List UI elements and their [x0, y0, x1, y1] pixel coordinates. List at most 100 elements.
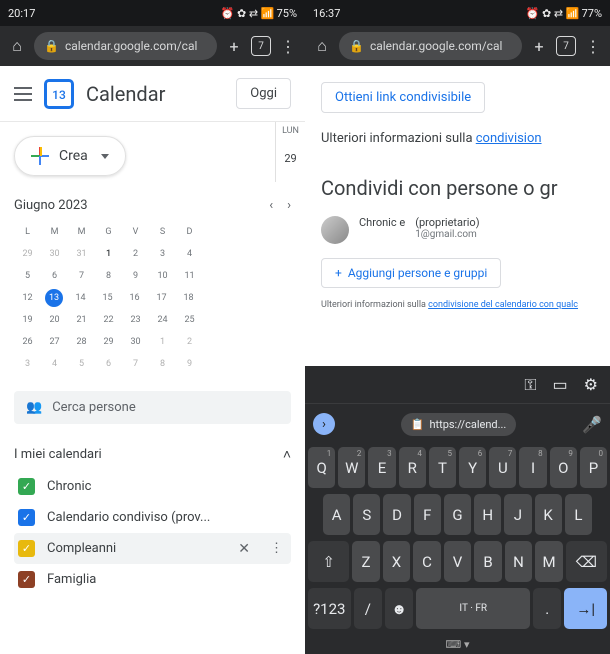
calendar-day[interactable]: 17 [148, 287, 175, 309]
prev-month-icon[interactable]: ‹ [269, 198, 273, 213]
search-people-input[interactable]: 👥 Cerca persone [14, 391, 291, 424]
calendar-row[interactable]: ✓Calendario condiviso (prov... [14, 502, 291, 533]
calendar-day[interactable]: 12 [14, 287, 41, 309]
checkbox[interactable]: ✓ [18, 540, 35, 557]
key-K[interactable]: K [535, 494, 562, 535]
numeric-key[interactable]: ?123 [308, 588, 351, 629]
mini-calendar[interactable]: LMMGVSD 29303112345678910111213141516171… [14, 221, 291, 375]
calendar-day[interactable]: 18 [175, 287, 202, 309]
key-D[interactable]: D [383, 494, 410, 535]
calendar-day[interactable]: 3 [149, 243, 176, 265]
key-M[interactable]: M [535, 541, 563, 582]
settings-icon[interactable]: ⚙ [584, 375, 598, 394]
calendar-day[interactable]: 26 [14, 331, 41, 353]
key-E[interactable]: E3 [368, 447, 395, 488]
calendar-day[interactable]: 8 [95, 265, 122, 287]
tab-count[interactable]: 7 [556, 36, 576, 56]
home-icon[interactable]: ⌂ [6, 35, 28, 57]
calendar-row[interactable]: ✓Chronic [14, 471, 291, 502]
key-P[interactable]: P0 [580, 447, 607, 488]
today-button[interactable]: Oggi [236, 78, 291, 109]
calendar-day[interactable]: 5 [68, 353, 95, 375]
calendar-day[interactable]: 11 [176, 265, 203, 287]
calendar-day[interactable]: 1 [149, 331, 176, 353]
calendar-day[interactable]: 14 [67, 287, 94, 309]
checkbox[interactable]: ✓ [18, 571, 35, 588]
overflow-icon[interactable]: ⋮ [582, 35, 604, 57]
enter-key[interactable]: →| [564, 588, 607, 629]
calendar-row[interactable]: ✓Compleanni✕⋮ [14, 533, 291, 564]
overflow-icon[interactable]: ⋮ [277, 35, 299, 57]
key-G[interactable]: G [444, 494, 471, 535]
checkbox[interactable]: ✓ [18, 509, 35, 526]
mic-icon[interactable]: 🎤 [582, 415, 602, 434]
key-B[interactable]: B [474, 541, 502, 582]
calendar-day[interactable]: 30 [41, 243, 68, 265]
calendar-day[interactable]: 8 [149, 353, 176, 375]
calendar-day[interactable]: 7 [68, 265, 95, 287]
key-O[interactable]: O9 [550, 447, 577, 488]
calendar-day[interactable]: 4 [41, 353, 68, 375]
key-T[interactable]: T5 [429, 447, 456, 488]
add-people-button[interactable]: + Aggiungi persone e gruppi [321, 258, 501, 288]
calendar-day[interactable]: 29 [14, 243, 41, 265]
calendar-day[interactable]: 10 [149, 265, 176, 287]
space-key[interactable]: IT · FR [416, 588, 530, 629]
key-Y[interactable]: Y6 [459, 447, 486, 488]
key-Z[interactable]: Z [352, 541, 380, 582]
url-bar[interactable]: 🔒 calendar.google.com/cal [339, 32, 522, 60]
create-button[interactable]: Crea [14, 136, 126, 176]
key-N[interactable]: N [505, 541, 533, 582]
calendar-day[interactable]: 23 [122, 309, 149, 331]
calendar-day[interactable]: 30 [122, 331, 149, 353]
calendar-day[interactable]: 15 [94, 287, 121, 309]
key-H[interactable]: H [474, 494, 501, 535]
calendar-day[interactable]: 31 [68, 243, 95, 265]
new-tab-icon[interactable]: + [223, 35, 245, 57]
checkbox[interactable]: ✓ [18, 478, 35, 495]
key-A[interactable]: A [323, 494, 350, 535]
key-L[interactable]: L [565, 494, 592, 535]
calendar-day[interactable]: 1 [95, 243, 122, 265]
calendar-day[interactable]: 20 [41, 309, 68, 331]
calendar-day[interactable]: 21 [68, 309, 95, 331]
onscreen-keyboard[interactable]: ⚿ ▭ ⚙ › 📋 https://calend... 🎤 Q1W2E3R4T5… [305, 366, 610, 654]
next-month-icon[interactable]: › [287, 198, 291, 213]
new-tab-icon[interactable]: + [528, 35, 550, 57]
keyboard-handle-icon[interactable]: ⌨ ▾ [305, 632, 610, 654]
key-J[interactable]: J [504, 494, 531, 535]
key-F[interactable]: F [414, 494, 441, 535]
remove-icon[interactable]: ✕ [234, 541, 254, 557]
calendar-day[interactable]: 9 [176, 353, 203, 375]
key-V[interactable]: V [444, 541, 472, 582]
calendar-day[interactable]: 5 [14, 265, 41, 287]
calendar-day[interactable]: 24 [149, 309, 176, 331]
my-calendars-toggle[interactable]: I miei calendari ˄ [14, 446, 291, 463]
key-C[interactable]: C [413, 541, 441, 582]
calendar-day[interactable]: 22 [95, 309, 122, 331]
calendar-day[interactable]: 13 [45, 289, 63, 307]
calendar-day[interactable]: 27 [41, 331, 68, 353]
calendar-day[interactable]: 9 [122, 265, 149, 287]
emoji-key[interactable]: ☻ [385, 588, 413, 629]
key-X[interactable]: X [383, 541, 411, 582]
calendar-day[interactable]: 3 [14, 353, 41, 375]
get-shareable-link-button[interactable]: Ottieni link condivisibile [321, 82, 485, 113]
overflow-icon[interactable]: ⋮ [266, 541, 287, 556]
tab-count[interactable]: 7 [251, 36, 271, 56]
calendar-day[interactable]: 2 [176, 331, 203, 353]
key-U[interactable]: U7 [489, 447, 516, 488]
password-icon[interactable]: ⚿ [524, 375, 536, 395]
clipboard-icon[interactable]: ▭ [553, 375, 568, 394]
calendar-day[interactable]: 7 [122, 353, 149, 375]
calendar-day[interactable]: 28 [68, 331, 95, 353]
calendar-day[interactable]: 25 [176, 309, 203, 331]
slash-key[interactable]: / [354, 588, 382, 629]
calendar-day[interactable]: 4 [176, 243, 203, 265]
calendar-day[interactable]: 16 [121, 287, 148, 309]
shift-key[interactable]: ⇧ [308, 541, 349, 582]
url-suggestion[interactable]: 📋 https://calend... [401, 413, 517, 436]
calendar-day[interactable]: 2 [122, 243, 149, 265]
calendar-day[interactable]: 6 [95, 353, 122, 375]
sharing-footnote-link[interactable]: condivisione del calendario con qualc [428, 300, 578, 310]
